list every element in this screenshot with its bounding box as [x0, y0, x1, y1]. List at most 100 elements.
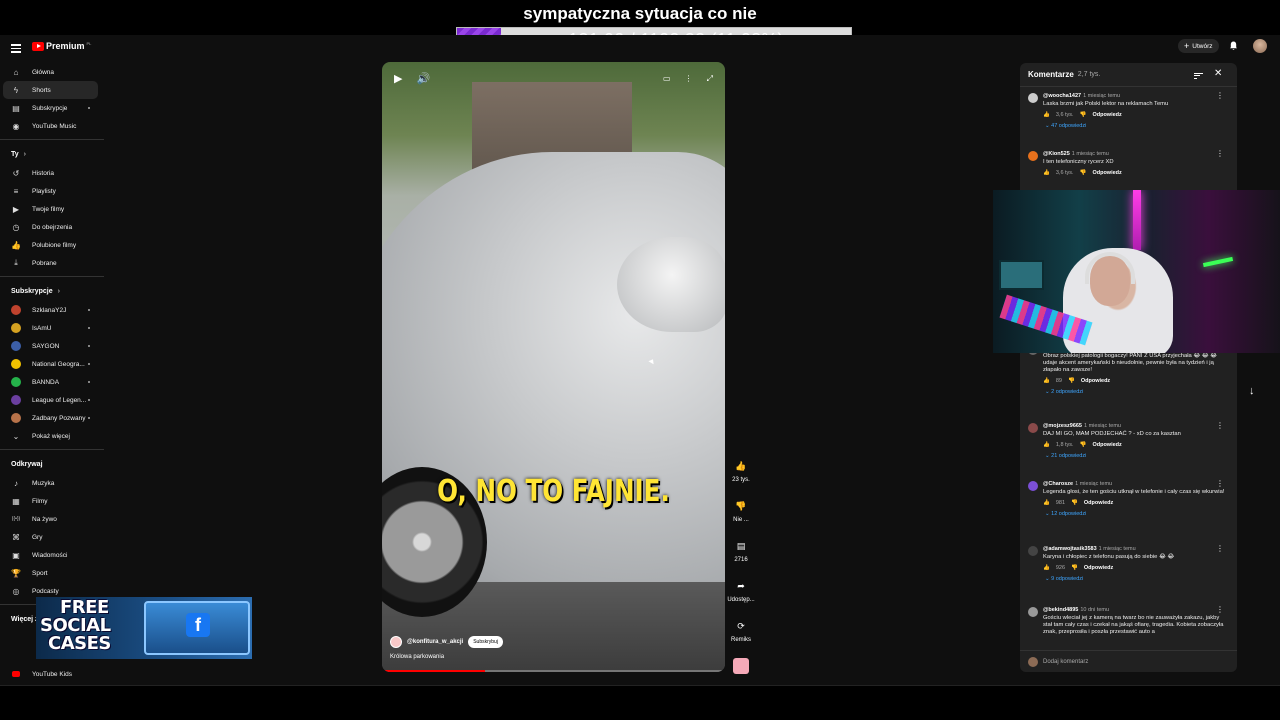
sort-icon[interactable] [1194, 71, 1203, 80]
channel-avatar [11, 377, 21, 387]
commenter-name[interactable]: @mojzesz9665 [1043, 423, 1082, 429]
sidebar-item-bannda[interactable]: BANNDA [0, 373, 104, 391]
commenter-name[interactable]: @adamwojtasik3583 [1043, 546, 1097, 552]
comment-menu-icon[interactable]: ⋮ [1216, 150, 1224, 158]
create-button[interactable]: + Utwórz [1178, 39, 1219, 53]
thumbs-down-icon[interactable]: 👎 [1071, 565, 1078, 571]
commenter-name[interactable]: @Charosze [1043, 481, 1073, 487]
show-replies-button[interactable]: ⌄ 9 odpowiedzi [1045, 576, 1228, 582]
account-avatar[interactable] [1253, 39, 1267, 53]
scroll-down-icon[interactable]: ↓ [1249, 385, 1255, 397]
commenter-avatar[interactable] [1028, 423, 1038, 433]
thumbs-down-icon[interactable]: 👎 [1080, 112, 1087, 118]
sidebar-item-national-geogra[interactable]: National Geogra... [0, 355, 104, 373]
thumbs-down-icon[interactable]: 👎 [1068, 378, 1075, 384]
menu-icon[interactable] [11, 42, 21, 55]
commenter-avatar[interactable] [1028, 481, 1038, 491]
reply-button[interactable]: Odpowiedz [1092, 112, 1121, 118]
sidebar-item-polubione-filmy[interactable]: 👍 Polubione filmy [0, 236, 104, 254]
volume-icon[interactable]: 🔊 [416, 72, 430, 85]
commenter-avatar[interactable] [1028, 151, 1038, 161]
thumbs-down-icon[interactable]: 👎 [1080, 170, 1087, 176]
commenter-avatar[interactable] [1028, 607, 1038, 617]
video-description[interactable]: Królowa parkowania [390, 654, 444, 660]
like-button[interactable]: 👍 23 tys. [726, 458, 756, 498]
subscribe-button[interactable]: Subskrybuj [468, 636, 503, 648]
sound-thumbnail[interactable] [726, 658, 756, 678]
sidebar-item-sport[interactable]: 🏆 Sport [0, 564, 104, 582]
sidebar-item-na-żywo[interactable]: ((•)) Na żywo [0, 510, 104, 528]
youtube-logo[interactable]: Premium PL [32, 41, 91, 51]
shorts-video-player[interactable]: ▶ 🔊 ▭ ⋮ ⤢ O, NO TO FAJNIE. @konfitura_w_… [382, 62, 725, 672]
close-icon[interactable]: ✕ [1214, 68, 1222, 79]
sidebar-item-gry[interactable]: ⌘ Gry [0, 528, 104, 546]
commenter-avatar[interactable] [1028, 546, 1038, 556]
sidebar-item-league-of-legen[interactable]: League of Legen... [0, 391, 104, 409]
reply-button[interactable]: Odpowiedz [1092, 170, 1121, 176]
thumbs-up-icon[interactable]: 👍 [1043, 378, 1050, 384]
sidebar-item-szklanay2j[interactable]: SzklanaY2J [0, 301, 104, 319]
comments-button[interactable]: ▤ 2716 [726, 538, 756, 578]
add-comment-field[interactable]: Dodaj komentarz [1020, 650, 1237, 672]
play-icon[interactable]: ▶ [394, 72, 402, 85]
commenter-avatar[interactable] [1028, 93, 1038, 103]
comment-time: 1 miesiąc temu [1083, 93, 1121, 99]
reply-button[interactable]: Odpowiedz [1081, 378, 1110, 384]
sidebar-item-pobrane[interactable]: ⤓ Pobrane [0, 254, 104, 272]
sidebar-item-historia[interactable]: ↺ Historia [0, 164, 104, 182]
sidebar-item-pokaż-więcej[interactable]: ⌄ Pokaż więcej [0, 427, 104, 445]
notifications-icon[interactable] [1229, 41, 1238, 51]
you-section-header[interactable]: Ty › [0, 144, 104, 164]
sidebar-item-label: Shorts [32, 86, 51, 94]
commenter-name[interactable]: @Kion525 [1043, 151, 1070, 157]
comment-menu-icon[interactable]: ⋮ [1216, 92, 1224, 100]
youtube-app: Premium PL + Utwórz ⌂ Główna ϟ Shorts ▤ Subsk… [0, 35, 1280, 685]
sidebar-item-do-obejrzenia[interactable]: ◷ Do obejrzenia [0, 218, 104, 236]
sidebar-item-youtube-music[interactable]: ◉ YouTube Music [0, 117, 104, 135]
thumbs-up-icon[interactable]: 👍 [1043, 112, 1050, 118]
sidebar-item-subskrypcje[interactable]: ▤ Subskrypcje [0, 99, 104, 117]
sidebar-item-wiadomości[interactable]: ▣ Wiadomości [0, 546, 104, 564]
comment-menu-icon[interactable]: ⋮ [1216, 422, 1224, 430]
thumbs-up-icon[interactable]: 👍 [1043, 442, 1050, 448]
comment-text: Gościu wleciał jej z kamerą na twarz bo … [1043, 615, 1224, 635]
thumbs-up-icon[interactable]: 👍 [1043, 500, 1050, 506]
show-replies-button[interactable]: ⌄ 12 odpowiedzi [1045, 511, 1228, 517]
comment-menu-icon[interactable]: ⋮ [1216, 606, 1224, 614]
comment-text: I ten telefoniczny rycerz XD [1043, 159, 1114, 165]
channel-avatar[interactable] [390, 636, 402, 648]
show-replies-button[interactable]: ⌄ 2 odpowiedzi [1045, 389, 1228, 395]
reply-button[interactable]: Odpowiedz [1084, 500, 1113, 506]
sidebar-item-główna[interactable]: ⌂ Główna [0, 63, 104, 81]
sidebar-item-isamu[interactable]: IsAmU [0, 319, 104, 337]
sidebar-item-saygon[interactable]: SAYGON [0, 337, 104, 355]
sidebar-item-muzyka[interactable]: ♪ Muzyka [0, 474, 104, 492]
thumbs-down-icon[interactable]: 👎 [1080, 442, 1087, 448]
more-options-icon[interactable]: ⋮ [685, 74, 693, 84]
commenter-name[interactable]: @bekind4895 [1043, 607, 1078, 613]
subscriptions-section-header[interactable]: Subskrypcje › [0, 281, 104, 301]
sidebar-item-shorts[interactable]: ϟ Shorts [3, 81, 98, 99]
captions-icon[interactable]: ▭ [663, 74, 671, 84]
sidebar-item-playlisty[interactable]: ≡ Playlisty [0, 182, 104, 200]
comment-menu-icon[interactable]: ⋮ [1216, 545, 1224, 553]
show-replies-button[interactable]: ⌄ 21 odpowiedzi [1045, 453, 1228, 459]
thumbs-down-icon[interactable]: 👎 [1071, 500, 1078, 506]
reply-button[interactable]: Odpowiedz [1092, 442, 1121, 448]
dislike-button[interactable]: 👎 Nie ... [726, 498, 756, 538]
remix-button[interactable]: ⟳ Remiks [726, 618, 756, 658]
reply-button[interactable]: Odpowiedz [1084, 565, 1113, 571]
sidebar-item-zadbany-pozwany[interactable]: Zadbany Pozwany [0, 409, 104, 427]
sidebar-item-youtube-kids[interactable]: YouTube Kids [0, 665, 104, 683]
channel-name[interactable]: @konfitura_w_akcji [407, 639, 463, 645]
fullscreen-icon[interactable]: ⤢ [707, 74, 713, 84]
video-progress-bar[interactable] [382, 670, 725, 672]
show-replies-button[interactable]: ⌄ 47 odpowiedzi [1045, 123, 1228, 129]
thumbs-up-icon[interactable]: 👍 [1043, 170, 1050, 176]
share-button[interactable]: ➦ Udostęp... [726, 578, 756, 618]
comment-menu-icon[interactable]: ⋮ [1216, 480, 1224, 488]
thumbs-up-icon[interactable]: 👍 [1043, 565, 1050, 571]
sidebar-item-filmy[interactable]: ▦ Filmy [0, 492, 104, 510]
sidebar-item-twoje-filmy[interactable]: ▶ Twoje filmy [0, 200, 104, 218]
commenter-name[interactable]: @woocha1427 [1043, 93, 1081, 99]
